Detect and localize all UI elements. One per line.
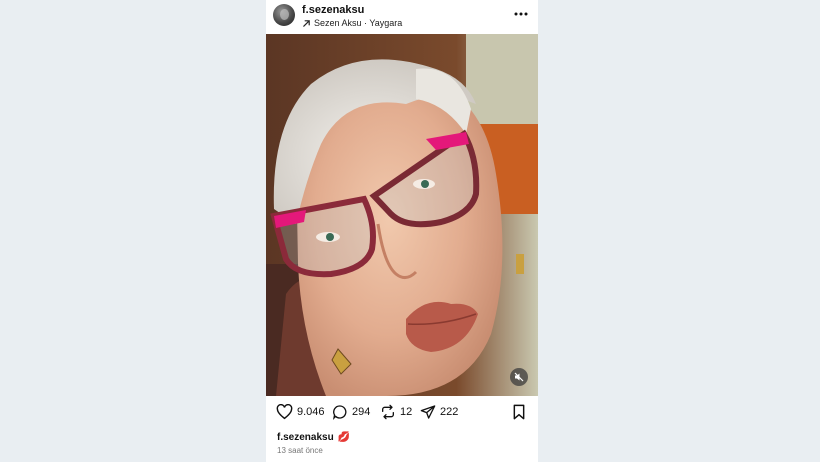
post-timestamp: 13 saat önce	[277, 446, 323, 455]
post-header: f.sezenaksu Sezen Aksu · Yaygara	[266, 0, 538, 34]
caption-username[interactable]: f.sezenaksu	[277, 432, 334, 443]
post-card: f.sezenaksu Sezen Aksu · Yaygara 9.046 2…	[266, 0, 538, 462]
more-horizontal-icon	[514, 12, 528, 16]
share-count: 222	[440, 406, 459, 418]
speaker-muted-icon	[514, 372, 524, 382]
avatar[interactable]	[273, 4, 295, 26]
like-button[interactable]: 9.046	[276, 403, 325, 421]
caption-emoji: 💋	[337, 431, 351, 443]
repost-count: 12	[400, 406, 413, 418]
repost-button[interactable]: 12	[380, 403, 412, 421]
post-actions: 9.046 294 12 222	[266, 400, 538, 424]
share-button[interactable]: 222	[420, 403, 458, 421]
comment-button[interactable]: 294	[332, 403, 370, 421]
mute-button[interactable]	[510, 368, 528, 386]
like-count: 9.046	[297, 406, 325, 418]
audio-label: Sezen Aksu · Yaygara	[314, 18, 403, 28]
heart-icon	[276, 404, 293, 420]
send-icon	[420, 405, 436, 419]
post-caption: f.sezenaksu 💋	[277, 430, 350, 444]
comment-bubble-icon	[332, 405, 347, 420]
post-media[interactable]	[266, 34, 538, 396]
comment-count: 294	[352, 406, 371, 418]
more-options-button[interactable]	[513, 6, 529, 22]
bookmark-icon	[513, 404, 525, 420]
audio-link[interactable]: Sezen Aksu · Yaygara	[302, 17, 402, 29]
post-username[interactable]: f.sezenaksu	[302, 4, 364, 16]
arrow-up-right-icon	[303, 19, 310, 27]
post-photo	[266, 34, 538, 396]
save-button[interactable]	[512, 403, 530, 421]
repost-icon	[382, 404, 394, 420]
